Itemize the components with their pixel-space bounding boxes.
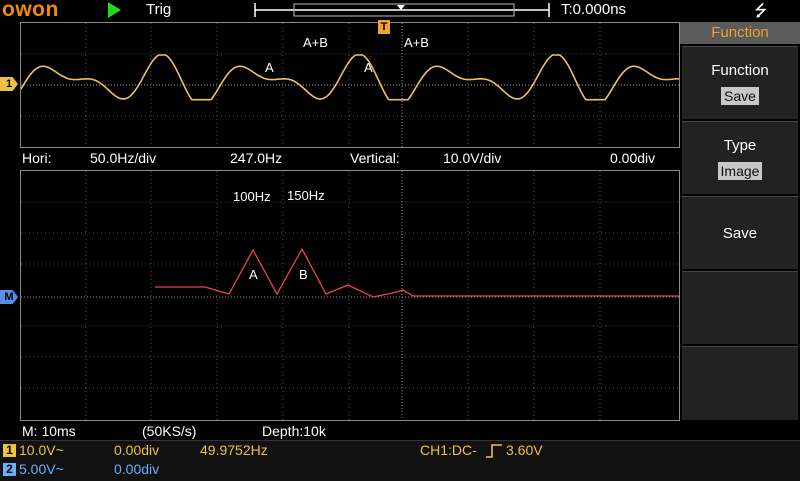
ch1-frequency: 49.9752Hz	[200, 442, 268, 458]
side-menu-label: Type	[723, 137, 757, 154]
top-bar: owon Trig T:0.000ns ⭍	[0, 0, 800, 22]
trigger-time-offset: T:0.000ns	[561, 1, 627, 18]
ch1-badge[interactable]: 1	[3, 444, 16, 457]
sample-rate: (50KS/s)	[142, 423, 197, 439]
rising-edge-icon	[486, 444, 502, 458]
side-menu-label: Function	[711, 62, 769, 79]
fft-plot	[21, 171, 679, 420]
peak-label: A	[249, 267, 258, 282]
waveform-label: A+B	[303, 35, 328, 50]
trigger-status: Trig	[146, 1, 172, 18]
waveform-label: A	[364, 60, 373, 75]
vertical-label: Vertical:	[350, 150, 400, 166]
side-menu-label: Save	[722, 225, 758, 242]
fft-status-bar: Hori: 50.0Hz/div 247.0Hz Vertical: 10.0V…	[20, 148, 680, 170]
fft-spectrum	[155, 247, 679, 298]
side-menu: Function Function Save Type Image Save	[680, 22, 800, 420]
acquisition-status-bar: M: 10ms (50KS/s) Depth:10k	[20, 421, 680, 439]
ch1-scale: 10.0V~	[19, 442, 64, 458]
play-icon[interactable]	[108, 2, 121, 18]
side-menu-value: Save	[721, 87, 759, 105]
side-menu-function[interactable]: Function Save	[682, 46, 798, 119]
trigger-marker[interactable]: T	[378, 20, 390, 34]
ch1-waveform	[21, 54, 679, 101]
waveform-label: A+B	[404, 35, 429, 50]
frequency-label: 100Hz	[233, 189, 271, 204]
side-menu-value: Image	[717, 162, 763, 180]
vertical-offset: 0.00div	[610, 150, 656, 166]
hori-scale: 50.0Hz/div	[90, 150, 157, 166]
peak-label: B	[299, 267, 308, 282]
trigger-source: CH1:DC-	[420, 442, 477, 458]
center-frequency: 247.0Hz	[230, 150, 283, 166]
time-domain-plot	[21, 23, 679, 147]
side-menu-empty-slot[interactable]	[682, 346, 798, 420]
timebase: M: 10ms	[22, 423, 76, 439]
ch1-position-marker[interactable]: 1	[0, 77, 18, 91]
math-position-marker[interactable]: M	[0, 290, 18, 304]
side-menu-empty-slot[interactable]	[682, 271, 798, 344]
fft-window[interactable]: 100Hz 150Hz A B	[20, 170, 680, 421]
timebase-position-bar[interactable]	[254, 2, 550, 18]
hori-label: Hori:	[22, 150, 52, 166]
owon-logo: owon	[2, 0, 59, 21]
side-menu-title: Function	[680, 22, 800, 44]
frequency-label: 150Hz	[287, 188, 325, 203]
waveform-label: A	[265, 60, 274, 75]
channel-info-footer: 1 10.0V~ 0.00div 49.9752Hz CH1:DC- 3.60V…	[0, 440, 800, 481]
side-menu-type[interactable]: Type Image	[682, 121, 798, 194]
ch2-badge[interactable]: 2	[3, 463, 16, 476]
side-menu-save[interactable]: Save	[682, 196, 798, 269]
ch2-scale: 5.00V~	[19, 461, 64, 477]
grid	[21, 23, 679, 147]
time-domain-window[interactable]: A+B A+B A A	[20, 22, 680, 148]
vertical-scale: 10.0V/div	[443, 150, 502, 166]
ch2-offset: 0.00div	[114, 461, 160, 477]
ch1-offset: 0.00div	[114, 442, 160, 458]
trigger-level: 3.60V	[506, 442, 543, 458]
record-depth: Depth:10k	[262, 423, 326, 439]
